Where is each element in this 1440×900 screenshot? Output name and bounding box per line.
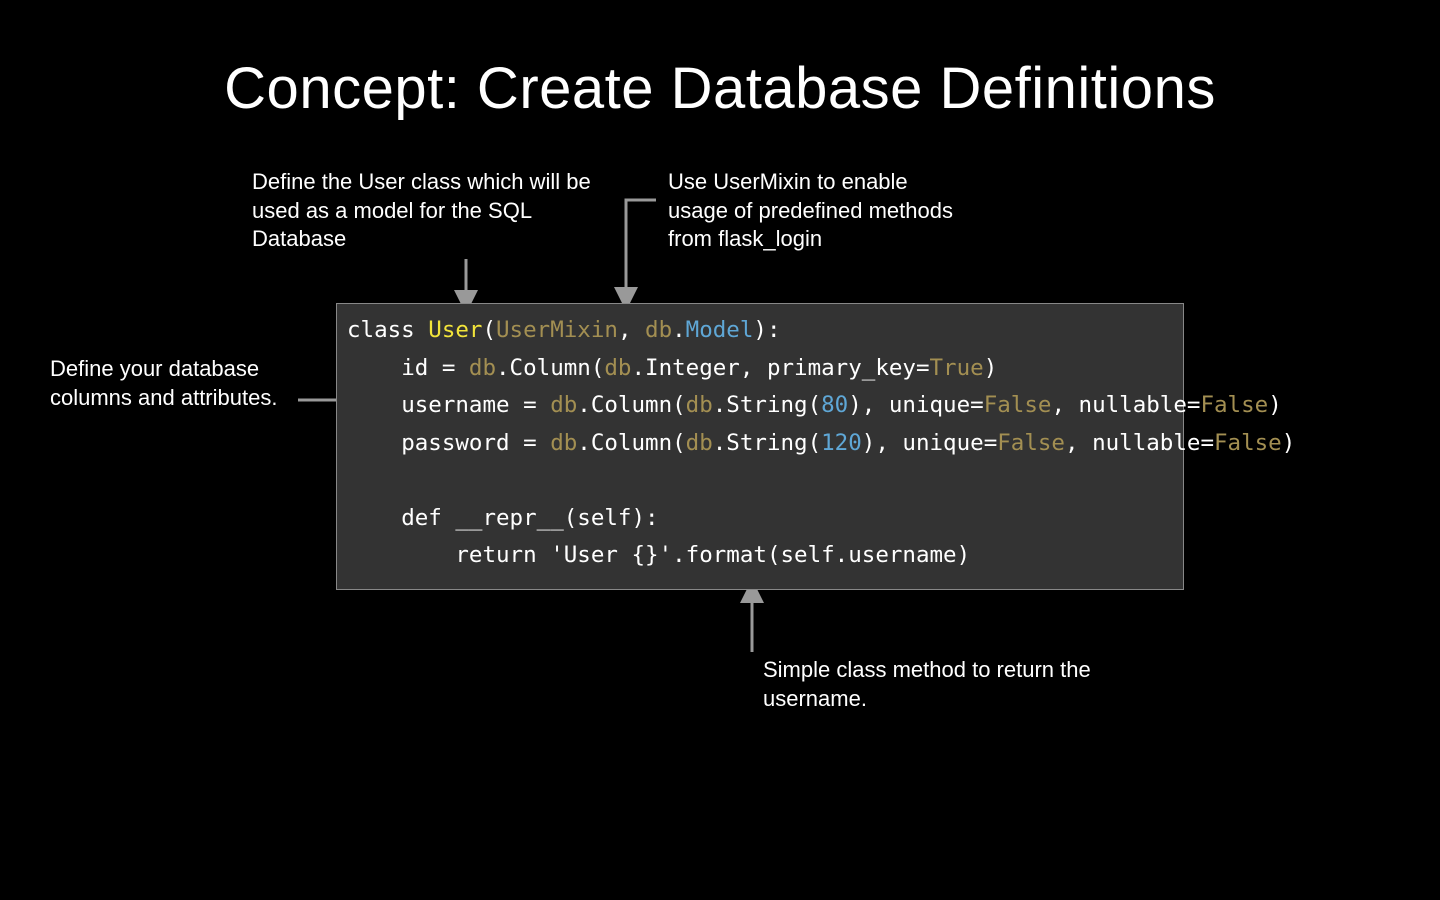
code-line-5 <box>347 467 361 493</box>
code-line-2: id = db.Column(db.Integer, primary_key=T… <box>347 355 997 381</box>
slide: Concept: Create Database Definitions Def… <box>0 0 1440 900</box>
code-block: class User(UserMixin, db.Model): id = db… <box>336 303 1184 590</box>
code-line-7: return 'User {}'.format(self.username) <box>347 542 970 568</box>
annotation-repr: Simple class method to return the userna… <box>763 656 1123 713</box>
code-line-1: class User(UserMixin, db.Model): <box>347 317 781 343</box>
slide-title: Concept: Create Database Definitions <box>0 55 1440 122</box>
arrow-to-usermixin <box>626 200 656 305</box>
code-line-4: password = db.Column(db.String(120), uni… <box>347 430 1295 456</box>
code-line-6: def __repr__(self): <box>347 505 659 531</box>
annotation-define-user-class: Define the User class which will be used… <box>252 168 612 254</box>
annotation-columns: Define your database columns and attribu… <box>50 355 320 412</box>
code-line-3: username = db.Column(db.String(80), uniq… <box>347 392 1282 418</box>
annotation-usermixin: Use UserMixin to enable usage of predefi… <box>668 168 958 254</box>
